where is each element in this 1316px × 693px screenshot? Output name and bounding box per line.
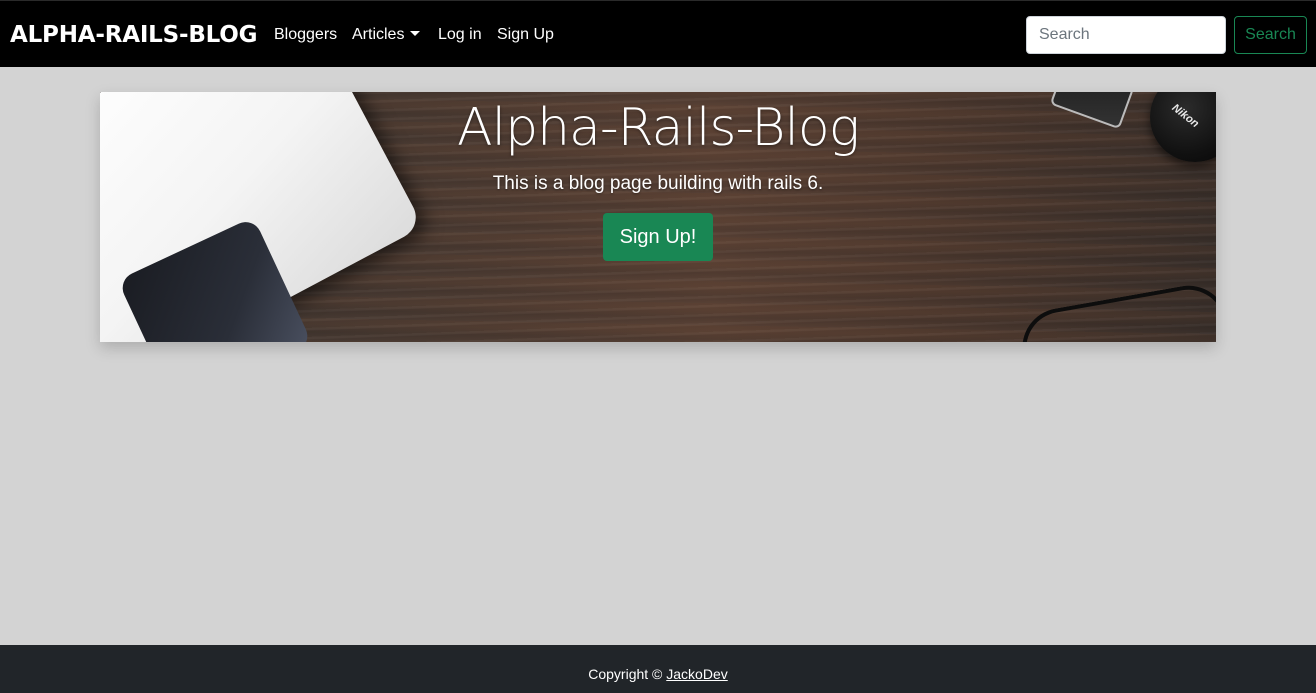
nav-link-login[interactable]: Log in [438,25,482,45]
glasses-decor-image [1016,279,1216,342]
caret-down-icon [410,31,421,37]
hero-title: Alpha-Rails-Blog [457,98,860,158]
footer-author-link[interactable]: JackoDev [666,666,727,682]
search-input[interactable] [1026,16,1226,54]
nav-link-signup[interactable]: Sign Up [497,25,554,45]
footer-copyright-text: Copyright © [588,666,663,682]
brand-logo-link[interactable]: ALPHA-RAILS-BLOG [10,20,258,50]
search-button[interactable]: Search [1234,16,1307,54]
nav-dropdown-articles-label: Articles [352,26,405,43]
hero-subtitle: This is a blog page building with rails … [492,173,824,194]
page-footer: Copyright © JackoDev [0,645,1316,693]
nav-link-bloggers[interactable]: Bloggers [274,25,337,45]
nav-dropdown-articles[interactable]: Articles [352,25,421,45]
hero-signup-button[interactable]: Sign Up! [603,213,713,261]
hero-banner: Nikon Alpha-Rails-Blog This is a blog pa… [100,92,1216,342]
top-navbar: ALPHA-RAILS-BLOG Bloggers Articles Log i… [0,0,1316,67]
